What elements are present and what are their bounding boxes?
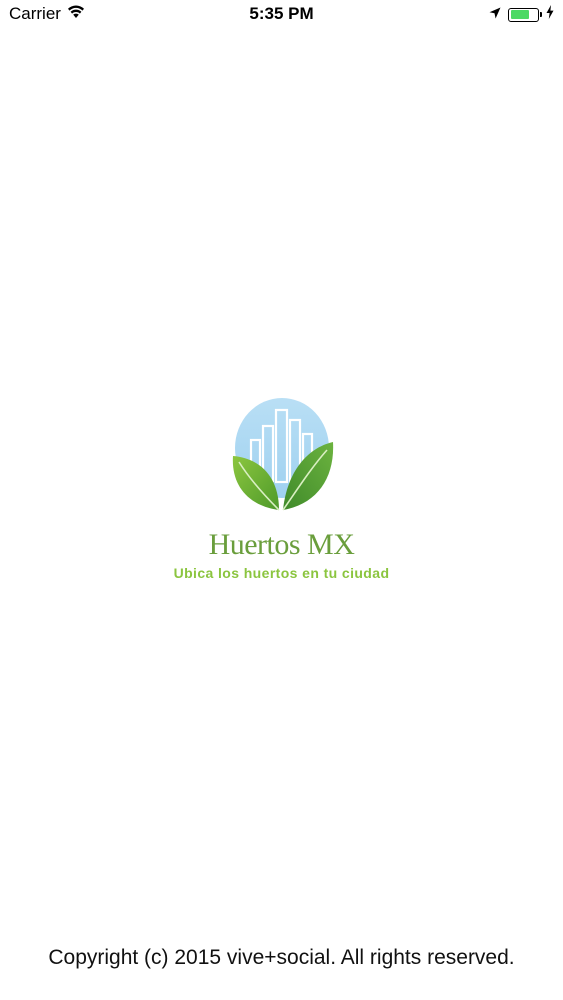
battery-nub <box>539 12 542 17</box>
leaves-city-logo-icon <box>232 398 333 511</box>
charging-bolt-icon <box>546 5 554 24</box>
location-arrow-icon <box>489 6 501 24</box>
splash-screen: Carrier 5:35 PM Huertos MX Ubica los hue… <box>0 0 563 1000</box>
status-right <box>489 5 554 24</box>
brand-name: Huertos MX <box>208 528 355 561</box>
battery-level-fill <box>510 10 530 19</box>
tagline: Ubica los huertos en tu ciudad <box>173 565 390 581</box>
clock: 5:35 PM <box>249 4 314 23</box>
copyright-notice: Copyright (c) 2015 vive+social. All righ… <box>48 946 515 969</box>
status-bar: Carrier 5:35 PM <box>0 0 563 30</box>
app-logo: Huertos MX Ubica los huertos en tu ciuda… <box>0 398 563 581</box>
battery-icon <box>508 7 542 22</box>
